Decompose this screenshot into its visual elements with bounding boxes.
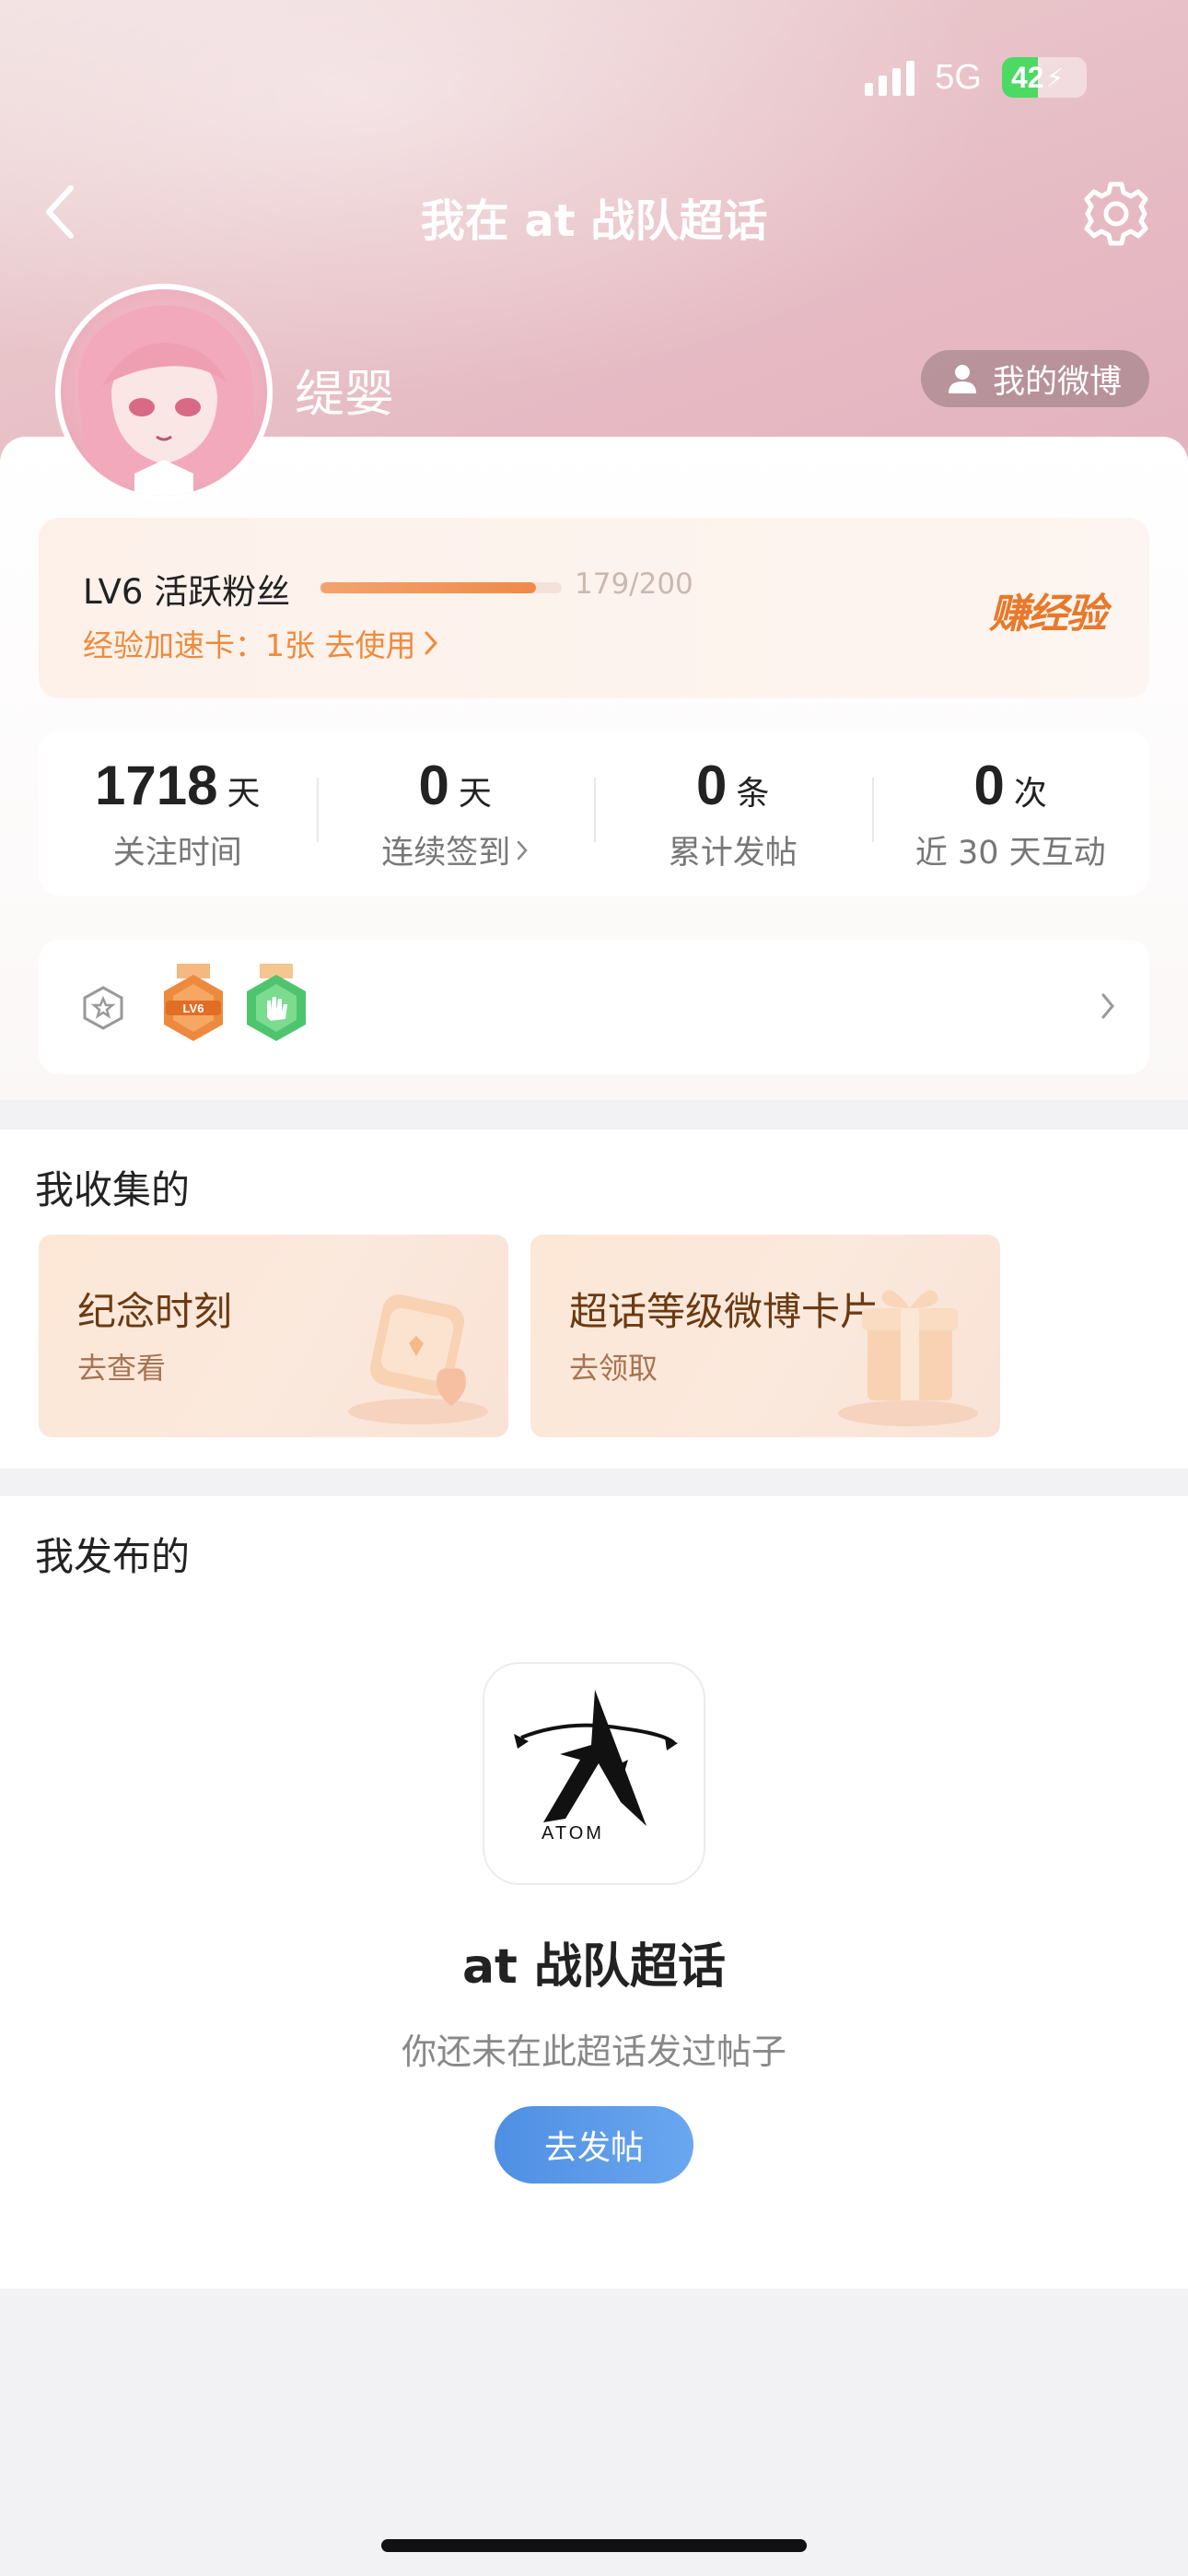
create-post-button[interactable]: 去发帖: [495, 2106, 693, 2184]
gift-box-icon: [838, 1290, 978, 1426]
chevron-right-icon: [1101, 993, 1114, 1019]
chevron-right-icon: [518, 840, 528, 860]
stat-unit: 次: [1013, 775, 1047, 813]
stat-label: 关注时间: [112, 835, 242, 872]
level-progress-bar: [320, 582, 562, 593]
stat-value: 0: [973, 755, 1005, 816]
battery-percent: 42: [1011, 60, 1044, 94]
stat-value: 0: [418, 755, 449, 816]
stats-box: 1718 天 关注时间 0天 连续签到 0条 累计发帖 0次 近 30 天互动: [39, 732, 1149, 896]
gear-icon: [1084, 181, 1148, 246]
collections-section: 我收集的 纪念时刻 去查看 超话等级微博卡片 去领取: [0, 1130, 1188, 1469]
exp-card-text: 经验加速卡：1张 去使用: [83, 627, 416, 663]
network-label: 5G: [935, 57, 982, 97]
stat-label: 近 30 天互动: [914, 835, 1106, 872]
stat-unit: 天: [458, 775, 492, 813]
section-title: 我收集的: [35, 1167, 191, 1212]
signal-icon: [865, 59, 915, 96]
level-box: LV6 活跃粉丝 179/200 经验加速卡：1张 去使用 赚经验: [39, 518, 1149, 698]
avatar[interactable]: [55, 284, 273, 501]
calendar-heart-icon: [348, 1294, 488, 1424]
badges-row[interactable]: LV6: [39, 940, 1149, 1074]
level-name: LV6 活跃粉丝: [83, 572, 291, 612]
stat-follow-days: 1718 天 关注时间: [39, 754, 317, 873]
topic-name: at 战队超话: [461, 1939, 727, 1995]
stat-interactions: 0次 近 30 天互动: [871, 754, 1150, 873]
card-title: 超话等级微博卡片: [569, 1289, 879, 1334]
avatar-illustration: [77, 305, 254, 496]
exp-card-link[interactable]: 经验加速卡：1张 去使用: [83, 621, 438, 665]
settings-button[interactable]: [1081, 179, 1151, 249]
stat-value: 0: [696, 755, 728, 816]
card-title: 纪念时刻: [77, 1289, 233, 1334]
stat-unit: 天: [227, 775, 261, 813]
empty-state-text: 你还未在此超话发过帖子: [401, 2032, 786, 2072]
my-posts-section: 我发布的 ATOM at 战队超话 你还未在此超话发过帖子 去发帖: [0, 1496, 1188, 2289]
earn-exp-button[interactable]: 赚经验: [989, 580, 1107, 639]
stat-label: 连续签到: [381, 835, 511, 872]
card-subtitle: 去查看: [77, 1351, 167, 1386]
atom-logo-icon: ATOM: [514, 1690, 678, 1844]
level-progress-text: 179/200: [575, 568, 693, 601]
my-weibo-label: 我的微博: [992, 363, 1122, 401]
status-bar: 5G 42 ⚡: [865, 57, 1087, 98]
fan-info-card: LV6 活跃粉丝 179/200 经验加速卡：1张 去使用 赚经验 1718 天 …: [0, 437, 1188, 1100]
stat-value: 1718: [95, 755, 218, 816]
chevron-right-icon: [425, 631, 437, 655]
topic-logo: ATOM: [483, 1662, 705, 1885]
lv6-medal-text: LV6: [183, 1001, 204, 1015]
section-title: 我发布的: [35, 1534, 191, 1579]
stat-total-posts: 0条 累计发帖: [594, 754, 872, 873]
page-title: 我在 at 战队超话: [420, 195, 768, 247]
my-weibo-button[interactable]: 我的微博: [920, 350, 1149, 407]
atom-logo-text: ATOM: [542, 1823, 604, 1844]
card-subtitle: 去领取: [569, 1351, 658, 1386]
username: 缇婴: [295, 365, 394, 423]
level-progress-fill: [320, 582, 537, 593]
badge-outline-icon: [83, 986, 123, 1030]
home-indicator[interactable]: [381, 2539, 807, 2552]
stat-checkin-streak[interactable]: 0天 连续签到: [316, 754, 595, 873]
charging-bolt-icon: ⚡: [1045, 62, 1065, 93]
battery-icon: 42 ⚡: [1002, 57, 1087, 98]
user-icon: [948, 365, 976, 393]
stat-label: 累计发帖: [668, 835, 798, 872]
lv6-medal-icon[interactable]: LV6: [160, 964, 227, 1052]
stat-unit: 条: [736, 775, 770, 813]
green-medal-icon[interactable]: [243, 964, 309, 1052]
nav-bar: 我在 at 战队超话: [0, 175, 1188, 249]
level-weibo-card[interactable]: 超话等级微博卡片 去领取: [530, 1235, 1000, 1437]
memorial-moments-card[interactable]: 纪念时刻 去查看: [39, 1235, 508, 1437]
